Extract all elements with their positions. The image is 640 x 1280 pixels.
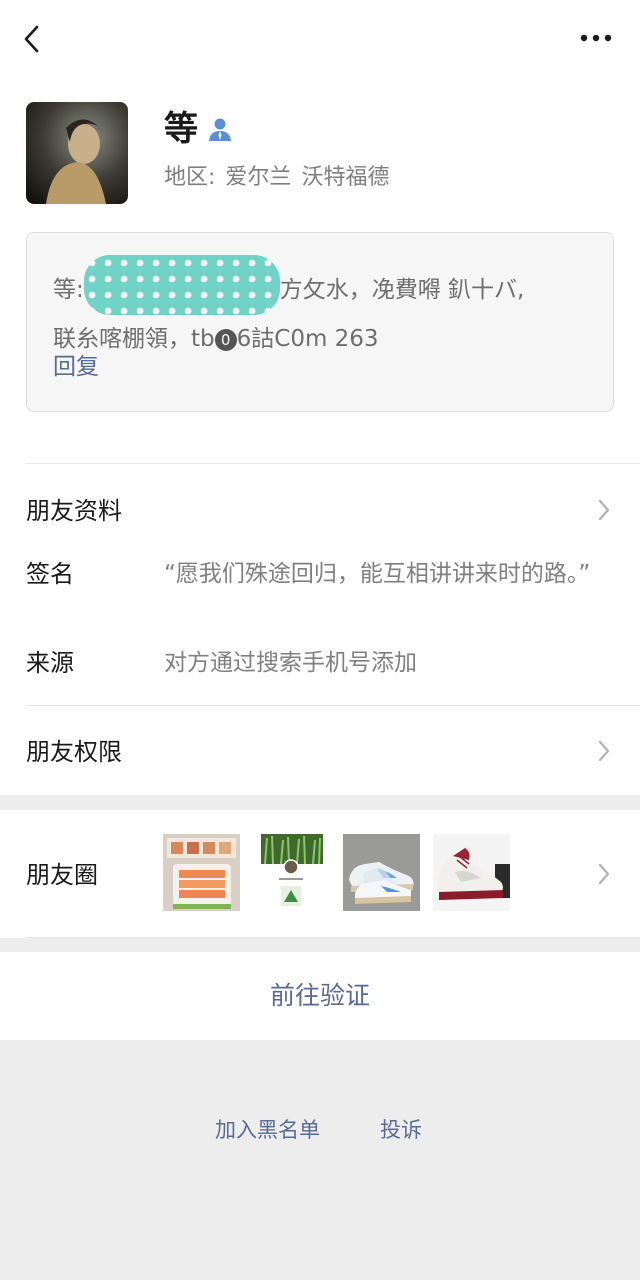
back-button[interactable] [18,22,48,56]
reply-link[interactable]: 回复 [53,351,99,383]
person-icon [207,116,233,142]
moments-label: 朋友圈 [26,861,98,889]
chevron-left-icon [24,25,39,53]
contact-name: 等 [164,109,198,149]
greeting-line2-rest: 6詁C0m 263 [236,326,379,352]
chevron-right-icon [598,863,610,885]
divider [26,937,640,938]
avatar[interactable] [26,102,128,204]
moments-thumbnail-sneaker-blue [343,834,420,911]
ellipsis-icon [580,34,612,42]
chevron-right-icon [598,740,610,762]
greeting-prefix: 等: [53,277,84,303]
region-info: 地区: 爱尔兰 沃特福德 [164,162,399,194]
greeting-message: 等: 方攵水，凂費嘚 釟十バ, 联糸喀棚領，tb 0 6詁C0m 263 [53,255,593,363]
report-link[interactable]: 投诉 [380,1114,422,1146]
signature-value: “愿我们殊途回归，能互相讲讲来时的路。” [164,561,591,587]
source-label: 来源 [26,649,74,677]
circled-digit: 0 [214,329,237,351]
greeting-text: 方攵水，凂費嘚 釟十バ, [279,277,525,303]
divider [26,463,640,464]
friend-info-label: 朋友资料 [26,497,122,525]
blacklist-link[interactable]: 加入黑名单 [215,1114,320,1146]
region-label: 地区: [164,165,216,190]
source-value: 对方通过搜索手机号添加 [164,650,417,676]
divider [26,705,640,706]
permissions-label: 朋友权限 [26,738,122,766]
signature-label: 签名 [26,560,74,588]
contact-profile-page: 等 地区: 爱尔兰 沃特福德 等: 方攵水，凂費嘚 釟十バ, 联糸喀棚領，tb 0 6詁C… [0,0,640,1280]
greeting-line2: 联糸喀棚領，tb [53,326,215,352]
verify-button[interactable]: 前往验证 [0,978,640,1014]
more-button[interactable] [576,28,616,48]
moments-thumbnail-food [163,834,240,911]
region-city: 沃特福德 [301,165,390,190]
redacted-blur [83,255,280,315]
moments-thumbnail-poster [253,834,330,911]
region-country: 爱尔兰 [225,165,292,190]
avatar-photo [26,102,128,204]
chevron-right-icon [598,499,610,521]
greeting-message-box: 等: 方攵水，凂費嘚 釟十バ, 联糸喀棚領，tb 0 6詁C0m 263 回复 [26,232,614,412]
moments-thumbnail-sneaker-red [433,834,510,911]
